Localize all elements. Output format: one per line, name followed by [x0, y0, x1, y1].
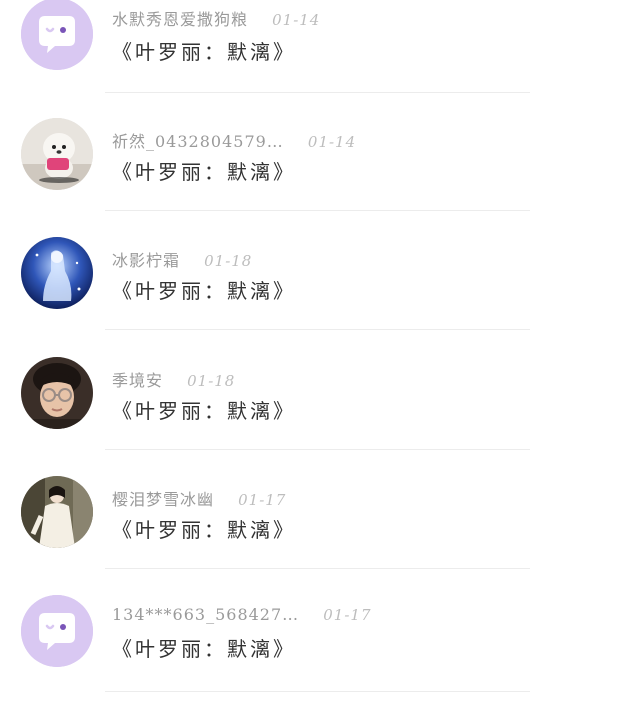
blue-fairy-photo — [21, 237, 93, 309]
comment-text: 《叶罗丽：默漓》 — [112, 160, 296, 184]
username[interactable]: 水默秀恩爱撒狗粮 — [112, 6, 248, 30]
chat-bubble-icon — [21, 0, 93, 70]
comment-text: 《叶罗丽：默漓》 — [112, 40, 296, 64]
comment-meta: 水默秀恩爱撒狗粮 01-14 — [112, 6, 320, 30]
comment-item[interactable]: 水默秀恩爱撒狗粮 01-14 《叶罗丽：默漓》 — [0, 0, 640, 120]
username[interactable]: 季境安 — [112, 367, 163, 391]
divider — [105, 568, 530, 569]
comment-meta: 冰影柠霜 01-18 — [112, 247, 252, 271]
avatar[interactable] — [21, 237, 93, 309]
comment-meta: 樱泪梦雪冰幽 01-17 — [112, 486, 286, 510]
avatar[interactable] — [21, 118, 93, 190]
comment-text: 《叶罗丽：默漓》 — [112, 637, 296, 661]
chat-bubble-icon — [21, 595, 93, 667]
divider — [105, 210, 530, 211]
divider — [105, 449, 530, 450]
comment-item[interactable]: 冰影柠霜 01-18 《叶罗丽：默漓》 — [0, 237, 640, 357]
comment-text: 《叶罗丽：默漓》 — [112, 399, 296, 423]
divider — [105, 92, 530, 93]
comment-meta: 134***663_568427… 01-17 — [112, 605, 372, 624]
white-puppy-photo — [21, 118, 93, 190]
divider — [105, 329, 530, 330]
comment-date: 01-17 — [323, 606, 372, 624]
comment-meta: 季境安 01-18 — [112, 367, 235, 391]
comment-meta: 祈然_0432804579… 01-14 — [112, 128, 356, 152]
avatar[interactable] — [21, 476, 93, 548]
comment-item[interactable]: 134***663_568427… 01-17 《叶罗丽：默漓》 — [0, 595, 640, 715]
comment-item[interactable]: 祈然_0432804579… 01-14 《叶罗丽：默漓》 — [0, 118, 640, 238]
username[interactable]: 樱泪梦雪冰幽 — [112, 486, 214, 510]
comment-text: 《叶罗丽：默漓》 — [112, 518, 296, 542]
username[interactable]: 祈然_0432804579… — [112, 128, 284, 152]
comment-item[interactable]: 樱泪梦雪冰幽 01-17 《叶罗丽：默漓》 — [0, 476, 640, 596]
comment-item[interactable]: 季境安 01-18 《叶罗丽：默漓》 — [0, 357, 640, 477]
comment-list: 水默秀恩爱撒狗粮 01-14 《叶罗丽：默漓》 祈然_0432804579… 0… — [0, 0, 640, 700]
username[interactable]: 冰影柠霜 — [112, 247, 180, 271]
comment-date: 01-14 — [307, 133, 357, 151]
avatar[interactable] — [21, 0, 93, 70]
avatar[interactable] — [21, 595, 93, 667]
girl-white-dress-photo — [21, 476, 93, 548]
comment-text: 《叶罗丽：默漓》 — [112, 279, 296, 303]
username[interactable]: 134***663_568427… — [112, 605, 299, 624]
avatar[interactable] — [21, 357, 93, 429]
comment-date: 01-18 — [204, 252, 253, 270]
comment-date: 01-17 — [238, 491, 287, 509]
comment-date: 01-18 — [187, 372, 236, 390]
boy-glasses-photo — [21, 357, 93, 429]
comment-date: 01-14 — [272, 11, 321, 29]
divider — [105, 691, 530, 692]
